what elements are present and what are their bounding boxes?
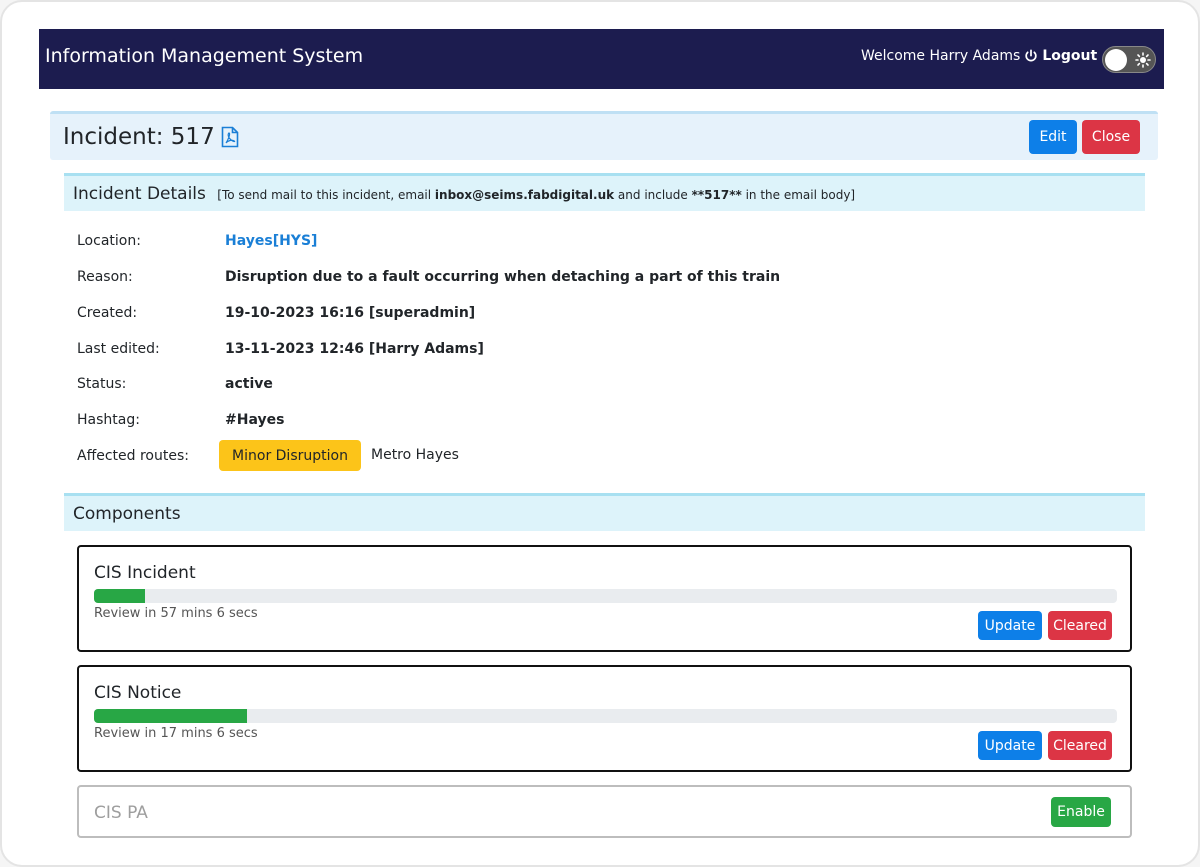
note-code: **517** [691,188,742,202]
toggle-knob [1105,49,1127,71]
status-label: Status: [77,376,127,392]
logout-link[interactable]: Logout [1024,48,1097,64]
incident-title: Incident: 517 [63,124,239,150]
sun-icon [1135,52,1151,68]
review-timer: Review in 57 mins 6 secs [94,606,258,621]
note-prefix: [To send mail to this incident, email [217,188,435,202]
review-timer: Review in 17 mins 6 secs [94,726,258,741]
mail-instructions: [To send mail to this incident, email in… [217,188,855,202]
component-card-cis-pa: CIS PA Enable [77,785,1132,838]
app-frame: Information Management System Welcome Ha… [0,0,1200,867]
affected-routes-label: Affected routes: [77,448,189,464]
reason-value: Disruption due to a fault occurring when… [225,269,781,285]
hashtag-value: #Hayes [225,412,285,428]
created-label: Created: [77,305,138,321]
top-navbar: Information Management System Welcome Ha… [39,29,1164,89]
component-title: CIS Notice [94,683,182,703]
review-progress-bar [94,589,1117,603]
component-card-cis-incident: CIS Incident Review in 57 mins 6 secs Up… [77,545,1132,652]
component-title: CIS Incident [94,563,196,583]
details-heading: Incident Details [73,184,206,204]
cleared-button[interactable]: Cleared [1048,611,1112,640]
note-email: inbox@seims.fabdigital.uk [434,188,615,202]
note-suffix: in the email body] [741,188,856,202]
progress-fill [94,709,248,723]
last-edited-label: Last edited: [77,341,160,357]
power-icon [1025,49,1037,62]
incident-details-header: Incident Details [To send mail to this i… [64,173,1145,211]
route-badge-minor-disruption[interactable]: Minor Disruption [219,440,361,471]
theme-toggle[interactable] [1102,46,1156,73]
user-welcome: Welcome Harry Adams Logout [861,48,1097,64]
route-name: Metro Hayes [371,447,459,463]
logout-label: Logout [1042,48,1098,64]
review-progress-bar [94,709,1117,723]
welcome-text: Welcome Harry Adams [861,48,1021,64]
edit-button[interactable]: Edit [1029,120,1077,154]
brand-title: Information Management System [45,45,364,67]
incident-title-text: Incident: 517 [63,124,215,150]
created-value: 19-10-2023 16:16 [superadmin] [225,305,476,321]
update-button[interactable]: Update [978,611,1042,640]
cleared-button[interactable]: Cleared [1048,731,1112,760]
incident-header: Incident: 517 Edit Close [50,111,1158,160]
progress-fill [94,589,146,603]
location-label: Location: [77,233,141,249]
components-header: Components [64,493,1145,531]
update-button[interactable]: Update [978,731,1042,760]
incident-details-title: Incident Details [To send mail to this i… [73,184,855,204]
last-edited-value: 13-11-2023 12:46 [Harry Adams] [225,341,484,357]
component-card-cis-notice: CIS Notice Review in 17 mins 6 secs Upda… [77,665,1132,772]
hashtag-label: Hashtag: [77,412,140,428]
reason-label: Reason: [77,269,133,285]
close-button[interactable]: Close [1082,120,1140,154]
pdf-file-icon[interactable] [221,126,239,148]
location-link[interactable]: Hayes[HYS] [225,233,317,249]
status-value: active [225,376,273,392]
component-title: CIS PA [94,803,148,823]
note-mid: and include [614,188,692,202]
components-title: Components [73,504,181,524]
enable-button[interactable]: Enable [1051,797,1111,827]
